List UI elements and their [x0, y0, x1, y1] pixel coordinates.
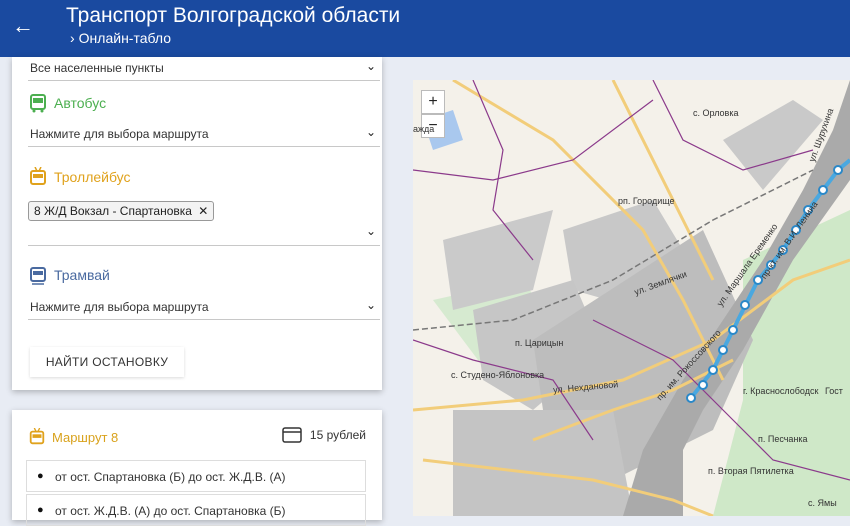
trolleybus-icon	[29, 428, 45, 445]
map-label: Гост	[825, 386, 843, 396]
urban-area	[453, 410, 633, 516]
chevron-down-icon: ⌄	[365, 125, 376, 139]
bus-label: Автобус	[54, 95, 107, 111]
find-stop-button[interactable]: НАЙТИ ОСТАНОВКУ	[30, 347, 184, 377]
route-stop[interactable]	[698, 380, 708, 390]
route-stop[interactable]	[740, 300, 750, 310]
map-label: п. Царицын	[515, 338, 564, 348]
settlement-select[interactable]: Все населенные пункты ⌄	[28, 57, 380, 81]
map-view[interactable]: + − ажда с. Орловка рп. Городище п. Цари…	[413, 80, 850, 516]
route-stop[interactable]	[728, 325, 738, 335]
bus-route-select[interactable]: Нажмите для выбора маршрута ⌄	[28, 123, 380, 147]
route-heading: Маршрут 8	[28, 428, 118, 446]
chevron-down-icon: ⌄	[365, 224, 376, 238]
chevron-down-icon: ⌄	[365, 59, 376, 73]
map-label: рп. Городище	[618, 196, 675, 206]
price-value: 15 рублей	[309, 428, 366, 442]
bus-icon	[30, 94, 46, 113]
trolleybus-route-select[interactable]: ⌄	[28, 222, 380, 246]
route-stop[interactable]	[708, 365, 718, 375]
trolleybus-label: Троллейбус	[54, 169, 131, 185]
route-stop[interactable]	[718, 345, 728, 355]
map-label: с. Орловка	[693, 108, 739, 118]
settlement-value: Все населенные пункты	[30, 61, 164, 75]
tram-placeholder: Нажмите для выбора маршрута	[30, 300, 209, 314]
chevron-down-icon: ⌄	[365, 298, 376, 312]
route-stop[interactable]	[753, 275, 763, 285]
location-pin-icon: ●	[37, 504, 44, 516]
direction-label: от ост. Спартановка (Б) до ост. Ж.Д.В. (…	[55, 470, 286, 484]
route-stop[interactable]	[818, 185, 828, 195]
breadcrumb[interactable]: › Онлайн-табло	[70, 30, 171, 46]
back-arrow-icon[interactable]: ←	[12, 14, 34, 38]
route-stop[interactable]	[686, 393, 696, 403]
map-label: ажда	[413, 124, 435, 134]
bus-placeholder: Нажмите для выбора маршрута	[30, 127, 209, 141]
filter-panel: Все населенные пункты ⌄ Автобус Нажмите …	[12, 57, 382, 390]
map-canvas	[413, 80, 850, 516]
route-stop[interactable]	[833, 165, 843, 175]
route-price: 15 рублей	[282, 426, 366, 444]
map-label: п. Песчанка	[758, 434, 808, 444]
tram-label: Трамвай	[54, 267, 110, 283]
route-title: Маршрут 8	[52, 429, 119, 445]
tram-icon	[30, 267, 46, 285]
tram-heading: Трамвай	[28, 265, 110, 285]
direction-row[interactable]: ● от ост. Ж.Д.В. (А) до ост. Спартановка…	[26, 494, 366, 526]
app-title: Транспорт Волгоградской области	[66, 4, 401, 27]
remove-chip-icon[interactable]: ✕	[198, 204, 208, 218]
map-label: г. Краснослободск	[743, 386, 819, 396]
breadcrumb-label: Онлайн-табло	[78, 30, 172, 46]
chip-label: 8 Ж/Д Вокзал - Спартановка	[34, 204, 192, 218]
direction-row[interactable]: ● от ост. Спартановка (Б) до ост. Ж.Д.В.…	[26, 460, 366, 492]
trolleybus-icon	[30, 167, 46, 185]
chevron-right-icon: ›	[70, 30, 75, 46]
location-pin-icon: ●	[37, 470, 44, 482]
map-label: с. Ямы	[808, 498, 837, 508]
map-label: п. Вторая Пятилетка	[708, 466, 794, 476]
app-bar: ← Транспорт Волгоградской области › Онлай…	[0, 0, 850, 57]
route-panel: Маршрут 8 15 рублей ● от ост. Спартановк…	[12, 410, 382, 526]
tram-route-select[interactable]: Нажмите для выбора маршрута ⌄	[28, 296, 380, 320]
bus-heading: Автобус	[28, 93, 106, 113]
selected-route-chip[interactable]: 8 Ж/Д Вокзал - Спартановка ✕	[28, 201, 215, 221]
trolleybus-heading: Троллейбус	[28, 167, 131, 187]
zoom-in-button[interactable]: +	[421, 90, 445, 114]
ticket-icon	[282, 427, 302, 443]
map-label: с. Студено-Яблоновка	[451, 370, 545, 380]
